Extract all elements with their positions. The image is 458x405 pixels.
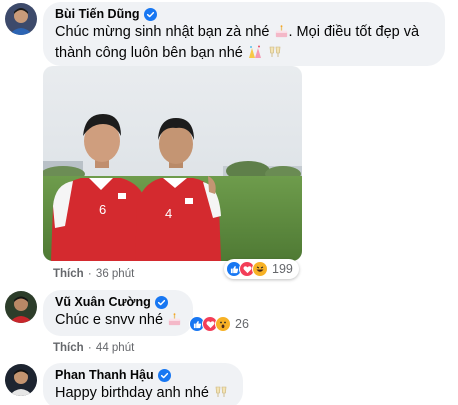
- comment-attached-photo[interactable]: 6 4: [43, 66, 302, 261]
- haha-icon: [252, 261, 268, 277]
- avatar-image: [5, 3, 37, 35]
- comment-text-line2: thành công luôn bên bạn nhé: [55, 45, 243, 61]
- reaction-summary-2[interactable]: 26: [187, 314, 255, 334]
- avatar-image: [5, 291, 37, 323]
- reaction-summary-1[interactable]: 199: [224, 259, 299, 279]
- comment-text-content: Chúc e snvv nhé: [55, 312, 164, 328]
- verified-badge-icon: [143, 7, 157, 21]
- comment-author[interactable]: Bùi Tiến Dũng: [55, 7, 433, 21]
- comment-text: Chúc e snvv nhé: [55, 310, 181, 331]
- author-name[interactable]: Bùi Tiến Dũng: [55, 7, 140, 21]
- avatar-vu-xuan-cuong[interactable]: [5, 291, 37, 323]
- comment-bubble-2: Vũ Xuân Cường Chúc e snvv nhé: [43, 290, 193, 336]
- birthday-cake-icon: [168, 313, 181, 326]
- jersey-number-left: 6: [99, 202, 106, 217]
- comment-author[interactable]: Vũ Xuân Cường: [55, 295, 181, 309]
- comment-text: Happy birthday anh nhé: [55, 383, 231, 404]
- comment-text-line1: Chúc mừng sinh nhật bạn zà nhé: [55, 24, 270, 40]
- cheers-icon: [269, 46, 281, 57]
- photo-two-players: 6 4: [43, 66, 302, 261]
- comment-text-line1b: . Mọi điều tốt đẹp và: [288, 24, 420, 40]
- avatar-bui-tien-dung[interactable]: [5, 3, 37, 35]
- comment-text-content: Happy birthday anh nhé: [55, 385, 209, 401]
- jersey-number-right: 4: [165, 206, 172, 221]
- comment-bubble-3: Phan Thanh Hậu Happy birthday anh nhé: [43, 363, 243, 405]
- cheers-icon: [215, 386, 227, 397]
- avatar-phan-thanh-hau[interactable]: [5, 364, 37, 396]
- like-link[interactable]: Thích: [53, 342, 84, 354]
- wow-icon: [215, 316, 231, 332]
- verified-badge-icon: [157, 368, 171, 382]
- comment-time[interactable]: 44 phút: [96, 342, 134, 354]
- comment-meta-1: Thích · 36 phút: [53, 268, 134, 280]
- author-name[interactable]: Phan Thanh Hậu: [55, 368, 154, 382]
- author-name[interactable]: Vũ Xuân Cường: [55, 295, 151, 309]
- separator-dot: ·: [87, 268, 92, 280]
- separator-dot: ·: [87, 342, 92, 354]
- avatar-image: [5, 364, 37, 396]
- reaction-count: 199: [272, 262, 293, 276]
- celebration-icon: [248, 45, 261, 58]
- comment-meta-2: Thích · 44 phút: [53, 342, 134, 354]
- birthday-cake-icon: [275, 25, 287, 38]
- comment-author[interactable]: Phan Thanh Hậu: [55, 368, 231, 382]
- reaction-count: 26: [235, 317, 249, 331]
- comment-bubble-1: Bùi Tiến Dũng Chúc mừng sinh nhật bạn zà…: [43, 2, 445, 66]
- verified-badge-icon: [154, 295, 168, 309]
- comment-text: Chúc mừng sinh nhật bạn zà nhé . Mọi điề…: [55, 22, 433, 64]
- comment-time[interactable]: 36 phút: [96, 268, 134, 280]
- like-link[interactable]: Thích: [53, 268, 84, 280]
